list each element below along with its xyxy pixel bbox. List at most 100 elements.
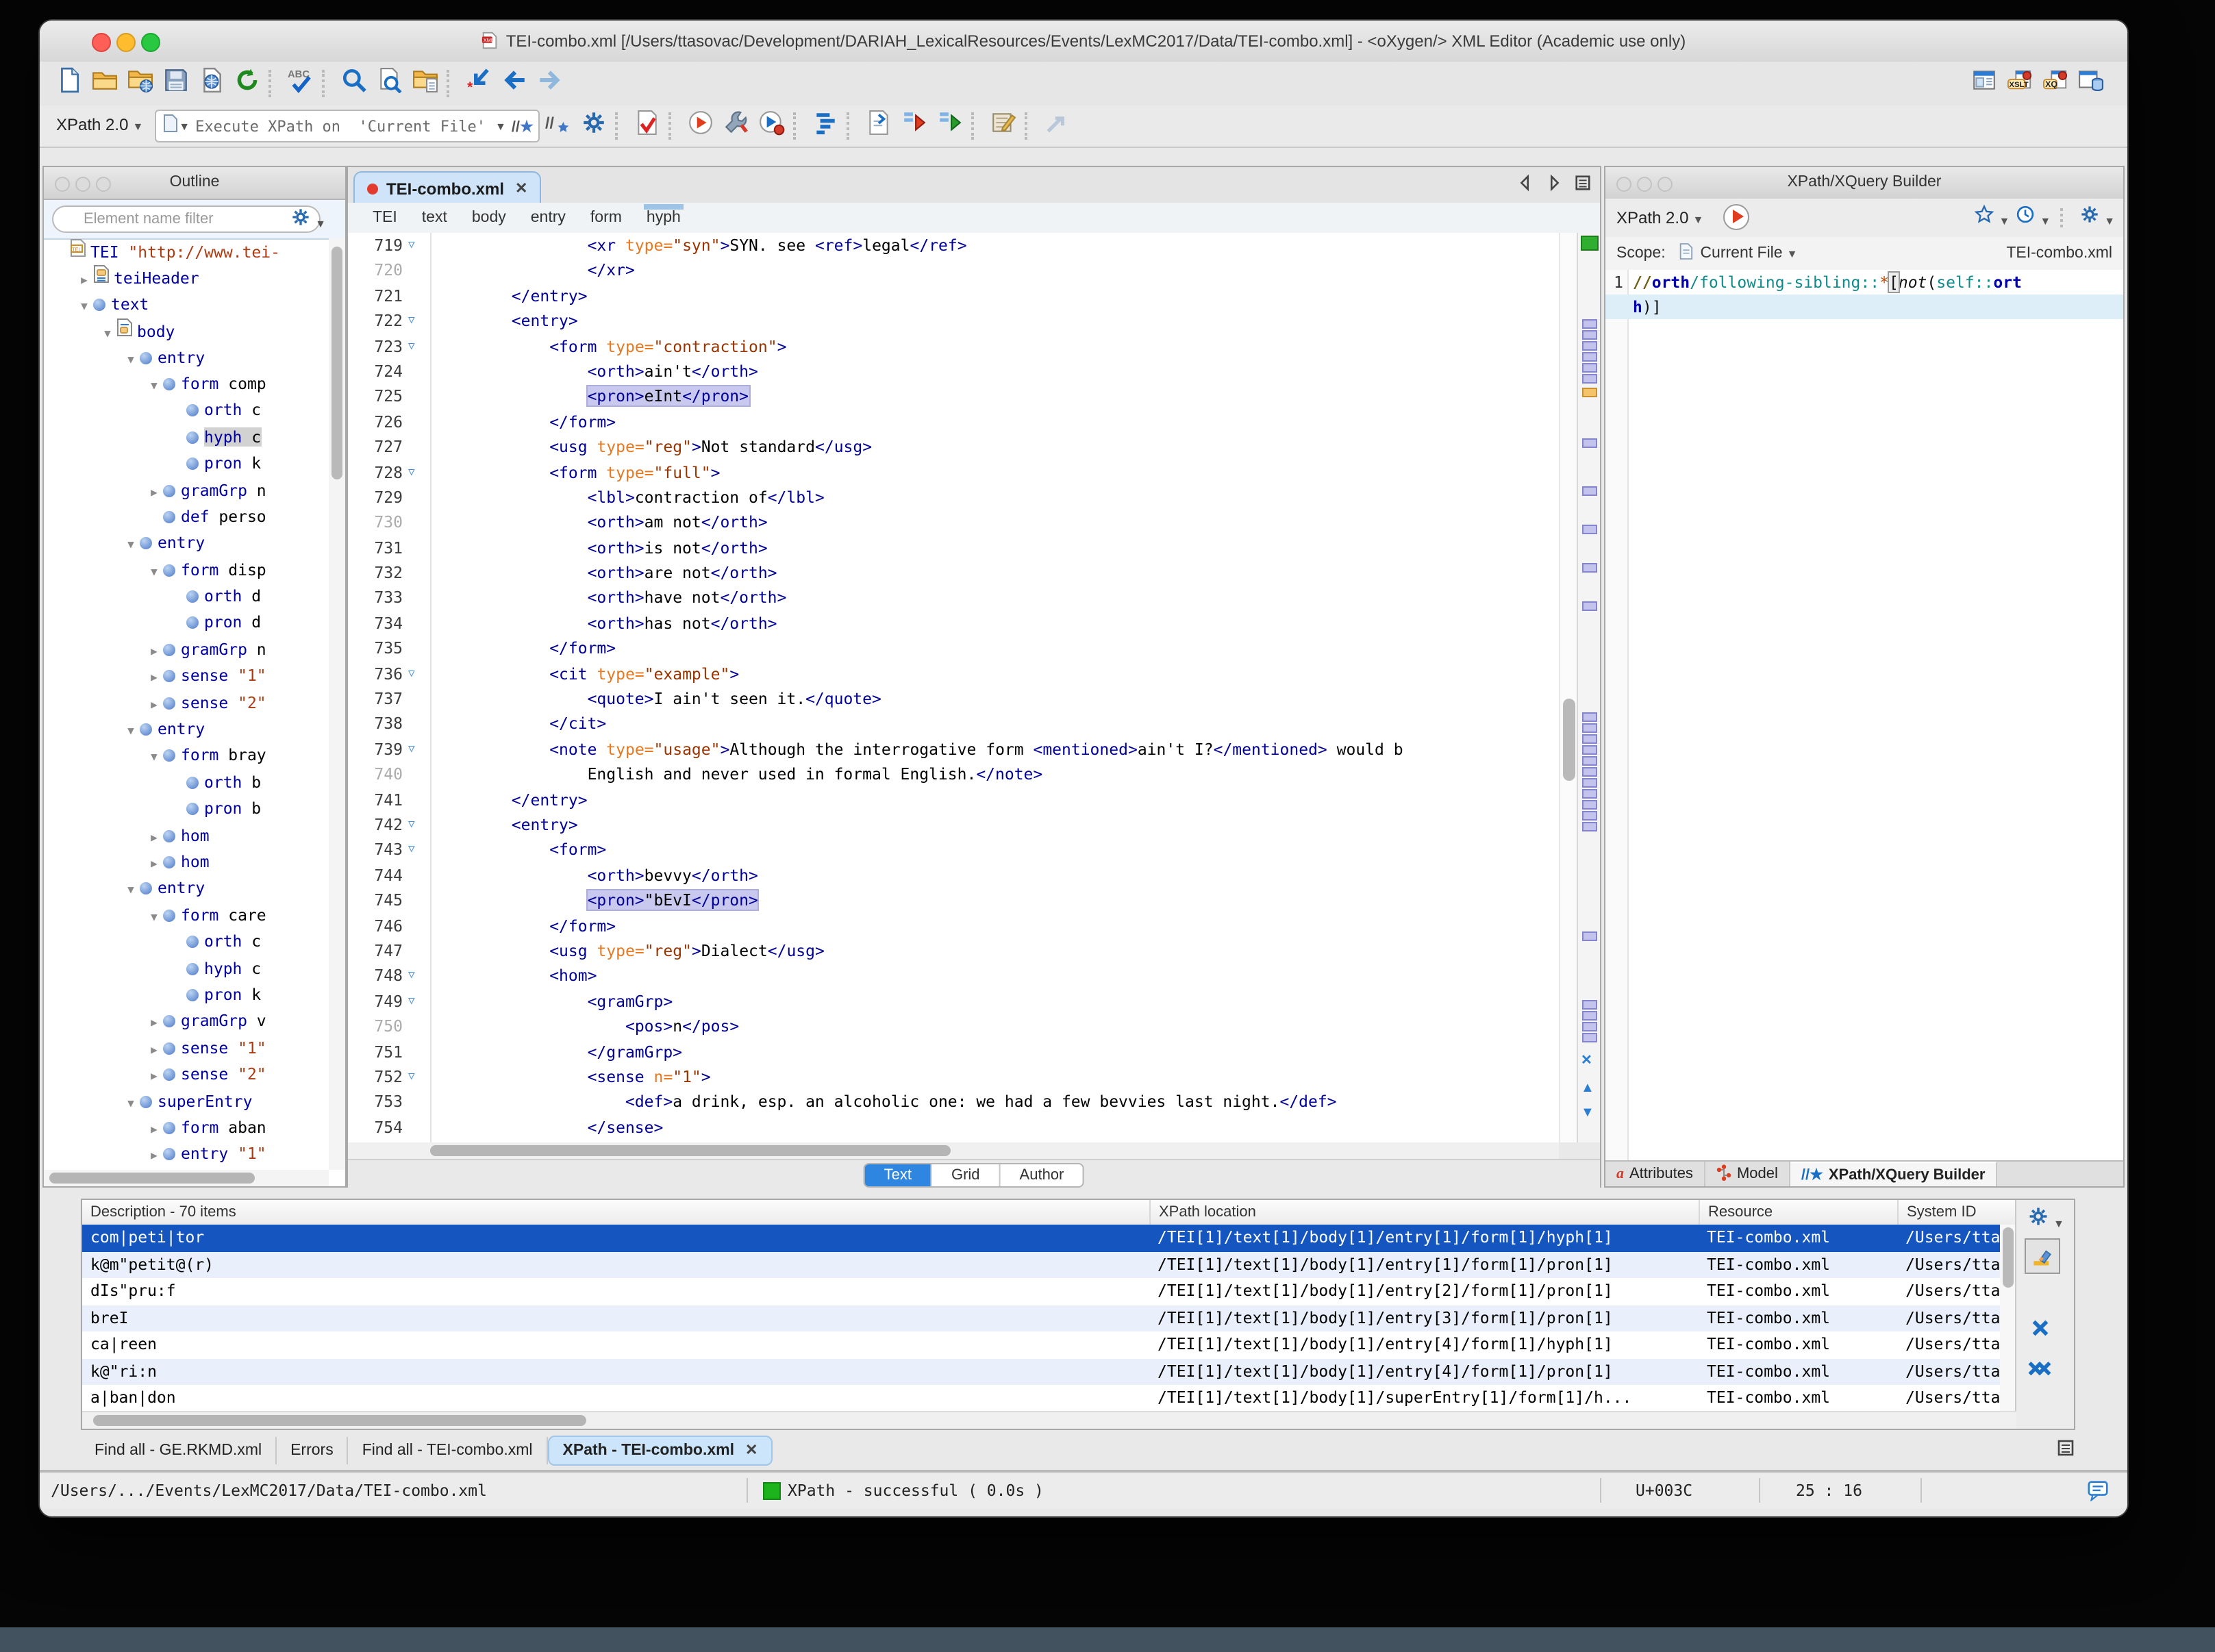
scroll-tabs-left-icon[interactable] xyxy=(1516,174,1534,199)
code-line-746[interactable]: 746 </form> xyxy=(348,913,1559,938)
view-switch-text[interactable]: Text xyxy=(865,1164,931,1186)
tree-expander-icon[interactable]: ▼ xyxy=(145,744,163,771)
results-vertical-scrollbar[interactable] xyxy=(2000,1225,2016,1412)
tree-expander-icon[interactable]: ▼ xyxy=(145,558,163,585)
code-line-752[interactable]: 752▽ <sense n="1"> xyxy=(348,1064,1559,1090)
code-line-729[interactable]: 729 <lbl>contraction of</lbl> xyxy=(348,485,1559,510)
open-url-button[interactable] xyxy=(122,66,158,101)
ruler-match-mark[interactable] xyxy=(1582,438,1597,448)
tree-expander-icon[interactable]: ▶ xyxy=(145,1143,163,1170)
tree-expander-icon[interactable]: ▶ xyxy=(145,1116,163,1143)
outline-item-form[interactable]: ▼form bray xyxy=(44,743,329,770)
tree-expander-icon[interactable]: ▼ xyxy=(122,718,140,744)
ruler-match-mark[interactable] xyxy=(1582,734,1597,744)
close-tab-icon[interactable]: ✕ xyxy=(515,179,527,197)
code-line-747[interactable]: 747 <usg type="reg">Dialect</usg> xyxy=(348,938,1559,964)
code-line-727[interactable]: 727 <usg type="reg">Not standard</usg> xyxy=(348,434,1559,460)
code-line-728[interactable]: 728▽ <form type="full"> xyxy=(348,460,1559,485)
outline-horizontal-scrollbar[interactable] xyxy=(44,1170,329,1186)
code-line-749[interactable]: 749▽ <gramGrp> xyxy=(348,988,1559,1014)
ruler-match-mark[interactable] xyxy=(1582,1000,1597,1010)
outline-settings-gear-icon[interactable]: ▼ xyxy=(290,207,326,234)
find-in-files-button[interactable] xyxy=(371,66,407,101)
bottom-tab-errors[interactable]: Errors xyxy=(277,1437,349,1464)
outline-item-sense[interactable]: ▶sense "1" xyxy=(44,1035,329,1062)
ruler-match-mark[interactable] xyxy=(1582,712,1597,722)
tree-expander-icon[interactable]: ▼ xyxy=(122,346,140,373)
code-line-730[interactable]: 730 <orth>am not</orth> xyxy=(348,510,1559,536)
ruler-match-mark[interactable] xyxy=(1582,374,1597,384)
outline-item-sense[interactable]: ▶sense "1" xyxy=(44,664,329,690)
configure-transformation-button[interactable] xyxy=(718,108,754,144)
result-row[interactable]: dIs"pru:f/TEI[1]/text[1]/body[1]/entry[2… xyxy=(82,1278,2016,1305)
ruler-match-mark[interactable] xyxy=(1582,723,1597,733)
ruler-match-mark[interactable] xyxy=(1582,363,1597,373)
previous-match-icon[interactable]: ▲ xyxy=(1581,1082,1594,1096)
go-to-last-edit-button[interactable]: * xyxy=(460,66,496,101)
outline-item-entry[interactable]: ▼entry xyxy=(44,876,329,903)
code-line-731[interactable]: 731 <orth>is not</orth> xyxy=(348,535,1559,560)
code-editor[interactable]: 719▽ <xr type="syn">SYN. see <ref>legal<… xyxy=(348,233,1559,1142)
bottom-tab-xpath-tei-combo-xml[interactable]: XPath - TEI-combo.xml✕ xyxy=(548,1436,773,1466)
ruler-match-mark[interactable] xyxy=(1582,811,1597,821)
clear-all-results-icon[interactable] xyxy=(2026,1359,2053,1386)
code-line-739[interactable]: 739▽ <note type="usage">Although the int… xyxy=(348,737,1559,762)
tree-expander-icon[interactable]: ▼ xyxy=(99,321,116,347)
code-line-745[interactable]: 745 <pron>"bEvI</pron> xyxy=(348,888,1559,913)
result-row[interactable]: breI/TEI[1]/text[1]/body[1]/entry[3]/for… xyxy=(82,1305,2016,1331)
result-row[interactable]: ca|reen/TEI[1]/text[1]/body[1]/entry[4]/… xyxy=(82,1331,2016,1358)
results-column-header[interactable]: System ID xyxy=(1897,1200,2026,1225)
outline-item-form[interactable]: ▼form care xyxy=(44,903,329,929)
tree-expander-icon[interactable]: ▶ xyxy=(145,1063,163,1090)
view-switch-author[interactable]: Author xyxy=(999,1164,1084,1186)
xpath-expression-button[interactable]: // xyxy=(540,108,576,144)
outline-item-pron[interactable]: pron d xyxy=(44,610,329,637)
element-name-filter-input[interactable]: Element name filter xyxy=(52,205,321,233)
ruler-match-mark[interactable] xyxy=(1582,767,1597,777)
code-line-750[interactable]: 750 <pos>n</pos> xyxy=(348,1014,1559,1039)
outline-item-pron[interactable]: pron b xyxy=(44,796,329,823)
code-line-744[interactable]: 744 <orth>bevvy</orth> xyxy=(348,863,1559,888)
code-line-742[interactable]: 742▽ <entry> xyxy=(348,812,1559,838)
fold-toggle-icon[interactable]: ▽ xyxy=(408,737,426,762)
xpath-query-editor[interactable]: 11 //orth/following-sibling::*[not(self:… xyxy=(1605,270,2123,1162)
code-line-720[interactable]: 720 </xr> xyxy=(348,258,1559,284)
code-line-743[interactable]: 743▽ <form> xyxy=(348,838,1559,863)
results-column-header[interactable]: XPath location xyxy=(1149,1200,1708,1225)
ruler-match-mark[interactable] xyxy=(1582,352,1597,362)
debug-transformation-button[interactable] xyxy=(754,108,790,144)
fold-toggle-icon[interactable]: ▽ xyxy=(408,988,426,1014)
run-transformation-button[interactable] xyxy=(683,108,718,144)
ruler-match-mark[interactable] xyxy=(1582,601,1597,611)
breadcrumb-item-TEI[interactable]: TEI xyxy=(373,203,397,233)
outline-item-orth[interactable]: orth d xyxy=(44,584,329,610)
tree-expander-icon[interactable]: ▶ xyxy=(145,479,163,505)
tree-expander-icon[interactable]: ▼ xyxy=(122,1090,140,1116)
clear-highlights-icon[interactable]: ✕ xyxy=(1581,1055,1592,1068)
debug-xquery-button[interactable]: XQ xyxy=(2037,66,2073,101)
result-row[interactable]: com|peti|tor/TEI[1]/text[1]/body[1]/entr… xyxy=(82,1225,2016,1251)
tree-expander-icon[interactable]: ▼ xyxy=(75,293,93,320)
tree-expander-icon[interactable]: ▼ xyxy=(122,532,140,559)
settings-button[interactable] xyxy=(576,108,612,144)
ruler-match-mark[interactable] xyxy=(1582,1022,1597,1031)
outline-item-orth[interactable]: orth b xyxy=(44,770,329,797)
code-line-740[interactable]: 740 English and never used in formal Eng… xyxy=(348,762,1559,787)
breadcrumb-item-entry[interactable]: entry xyxy=(531,203,566,233)
outline-item-hyph[interactable]: hyph c xyxy=(44,955,329,982)
code-line-751[interactable]: 751 </gramGrp> xyxy=(348,1039,1559,1064)
ruler-match-mark[interactable] xyxy=(1582,341,1597,351)
outline-item-orth[interactable]: orth c xyxy=(44,398,329,425)
fold-toggle-icon[interactable]: ▽ xyxy=(408,308,426,334)
new-document-button[interactable] xyxy=(51,66,86,101)
edit-scenarios-button[interactable] xyxy=(986,108,1021,144)
tree-expander-icon[interactable]: ▶ xyxy=(145,1036,163,1063)
bottom-tab-find-all-tei-combo-xml[interactable]: Find all - TEI-combo.xml xyxy=(349,1437,548,1464)
outline-item-gramGrp[interactable]: ▶gramGrp v xyxy=(44,1009,329,1036)
reload-button[interactable] xyxy=(229,66,264,101)
highlight-results-toggle[interactable] xyxy=(2025,1238,2060,1274)
tree-expander-icon[interactable]: ▼ xyxy=(122,877,140,904)
fold-toggle-icon[interactable]: ▽ xyxy=(408,1064,426,1090)
code-line-723[interactable]: 723▽ <form type="contraction"> xyxy=(348,334,1559,359)
tree-expander-icon[interactable]: ▼ xyxy=(145,373,163,399)
